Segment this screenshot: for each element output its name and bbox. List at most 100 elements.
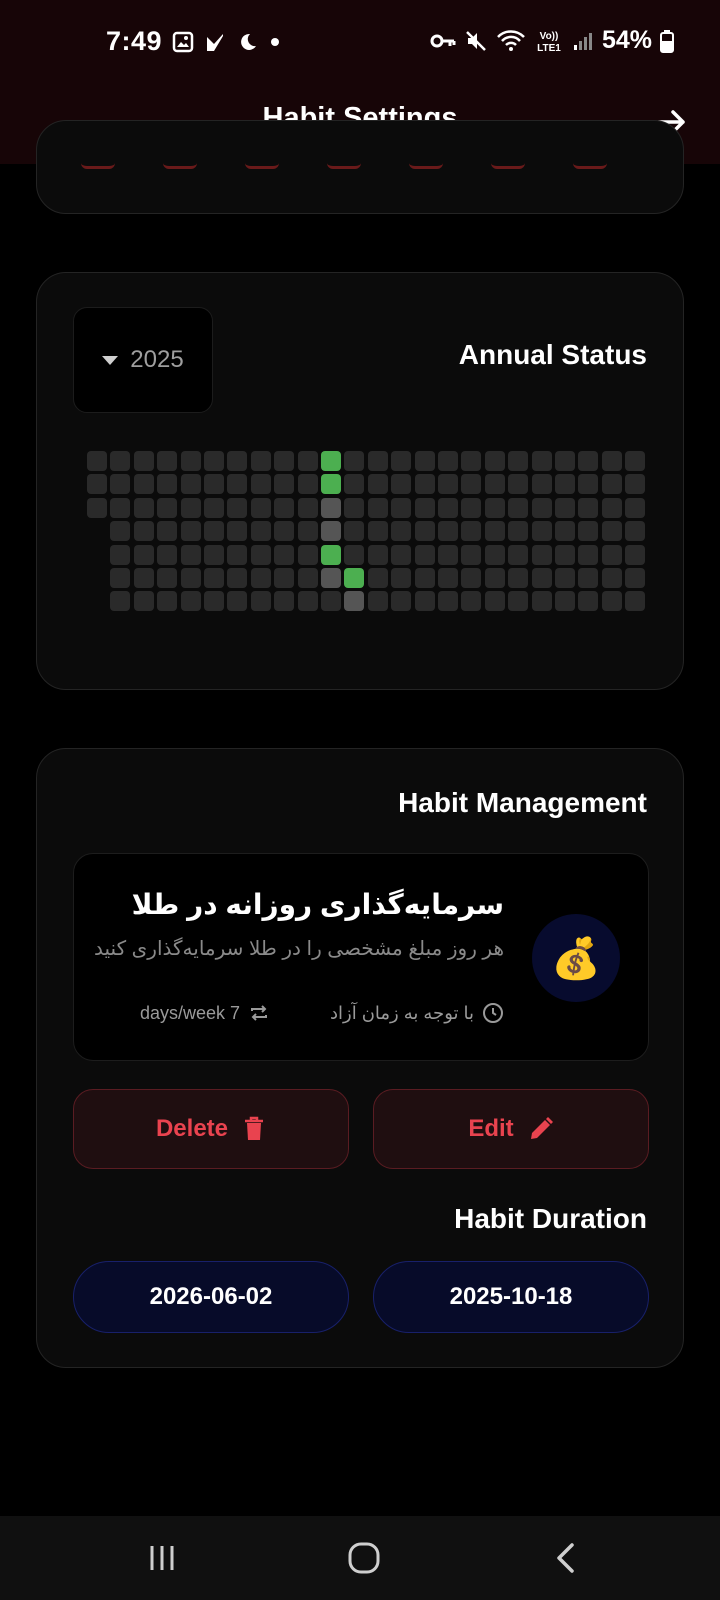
heatmap-day-cell [415, 568, 435, 588]
heatmap-day-cell [298, 591, 318, 611]
edit-button-label: Edit [468, 1115, 514, 1142]
trash-icon [245, 1116, 264, 1140]
heatmap-day-cell [391, 591, 411, 611]
heatmap-day-cell [321, 568, 341, 588]
home-button[interactable] [332, 1530, 396, 1586]
heatmap-day-cell [134, 521, 154, 541]
heatmap-day-cell [532, 568, 552, 588]
heatmap-day-cell [298, 498, 318, 518]
day-indicator [81, 163, 115, 169]
heatmap-day-cell [508, 568, 528, 588]
back-button[interactable] [534, 1530, 598, 1586]
delete-button[interactable]: Delete [73, 1089, 349, 1169]
heatmap-day-cell [227, 545, 247, 565]
habit-list-item[interactable]: 💰 سرمایه‌گذاری روزانه در طلا هر روز مبلغ… [73, 853, 649, 1061]
heatmap-day-cell [625, 521, 645, 541]
day-indicator [573, 163, 607, 169]
heatmap-day-cell [274, 568, 294, 588]
heatmap-day-cell [508, 451, 528, 471]
heatmap-day-cell [134, 591, 154, 611]
status-bar-left: 7:49 [106, 26, 282, 57]
heatmap-day-cell [134, 545, 154, 565]
heatmap-day-cell [602, 591, 622, 611]
heatmap-day-cell [251, 498, 271, 518]
edit-button[interactable]: Edit [373, 1089, 649, 1169]
heatmap-day-cell [368, 568, 388, 588]
heatmap-day-cell [391, 498, 411, 518]
heatmap-day-cell [625, 545, 645, 565]
heatmap-day-cell [532, 498, 552, 518]
heatmap-day-cell [438, 521, 458, 541]
heatmap-day-cell [532, 521, 552, 541]
heatmap-day-cell [227, 451, 247, 471]
heatmap-day-cell [485, 591, 505, 611]
heatmap-day-cell [134, 498, 154, 518]
habit-frequency-label: days/week 7 [140, 1002, 241, 1023]
heatmap-day-cell [508, 521, 528, 541]
heatmap-day-cell [461, 498, 481, 518]
day-indicator [327, 163, 361, 169]
heatmap-day-cell [391, 568, 411, 588]
heatmap-day-cell [181, 498, 201, 518]
volte-icon: Vo)) LTE1 [534, 28, 564, 54]
heatmap-day-cell [298, 568, 318, 588]
heatmap-day-cell [461, 451, 481, 471]
heatmap-day-cell [110, 545, 130, 565]
heatmap-day-cell [181, 521, 201, 541]
heatmap-day-cell [578, 568, 598, 588]
recents-button[interactable] [130, 1530, 194, 1586]
heatmap-day-cell [532, 545, 552, 565]
heatmap-day-cell [625, 568, 645, 588]
heatmap-day-cell [625, 498, 645, 518]
pencil-icon [530, 1117, 553, 1139]
heatmap-day-cell [181, 568, 201, 588]
annual-status-card: Annual Status 2025 [36, 272, 684, 690]
heatmap-day-cell [508, 545, 528, 565]
heatmap-day-cell [251, 591, 271, 611]
heatmap-day-cell [461, 474, 481, 494]
clock-icon [483, 1003, 503, 1023]
heatmap-day-cell [227, 568, 247, 588]
heatmap-day-cell [251, 451, 271, 471]
heatmap-day-cell [485, 474, 505, 494]
heatmap-day-cell [415, 498, 435, 518]
heatmap-day-cell [204, 451, 224, 471]
heatmap-day-cell [157, 498, 177, 518]
heatmap-day-cell [415, 521, 435, 541]
heatmap-day-cell [368, 521, 388, 541]
heatmap-day-cell [110, 568, 130, 588]
heatmap-day-cell [110, 591, 130, 611]
heatmap-day-cell [204, 568, 224, 588]
heatmap-day-cell [485, 451, 505, 471]
heatmap-day-cell [298, 521, 318, 541]
habit-management-card: Habit Management 💰 سرمایه‌گذاری روزانه د… [36, 748, 684, 1368]
heatmap-day-cell [251, 474, 271, 494]
heatmap-day-cell [110, 451, 130, 471]
heatmap-day-cell [87, 451, 107, 471]
heatmap-day-cell [508, 591, 528, 611]
heatmap-day-cell [438, 498, 458, 518]
heatmap-day-cell [274, 521, 294, 541]
heatmap-day-cell [204, 545, 224, 565]
signal-icon [572, 30, 594, 52]
day-indicator [491, 163, 525, 169]
end-date-button[interactable]: 2026-06-02 [73, 1261, 349, 1333]
year-dropdown[interactable]: 2025 [73, 307, 213, 413]
heatmap-day-cell [391, 545, 411, 565]
heatmap-day-cell [415, 451, 435, 471]
heatmap-day-cell [134, 568, 154, 588]
heatmap-day-cell [438, 591, 458, 611]
heatmap-day-cell [438, 451, 458, 471]
heatmap-day-cell [602, 545, 622, 565]
heatmap-day-cell [461, 545, 481, 565]
heatmap-day-cell [485, 545, 505, 565]
heatmap-day-cell [227, 521, 247, 541]
heatmap-day-cell [227, 498, 247, 518]
heatmap-day-cell [578, 591, 598, 611]
heatmap-day-cell [181, 451, 201, 471]
heatmap-day-cell [555, 451, 575, 471]
heatmap-day-cell [391, 521, 411, 541]
status-time: 7:49 [106, 26, 163, 56]
heatmap-day-cell [157, 474, 177, 494]
start-date-button[interactable]: 2025-10-18 [373, 1261, 649, 1333]
